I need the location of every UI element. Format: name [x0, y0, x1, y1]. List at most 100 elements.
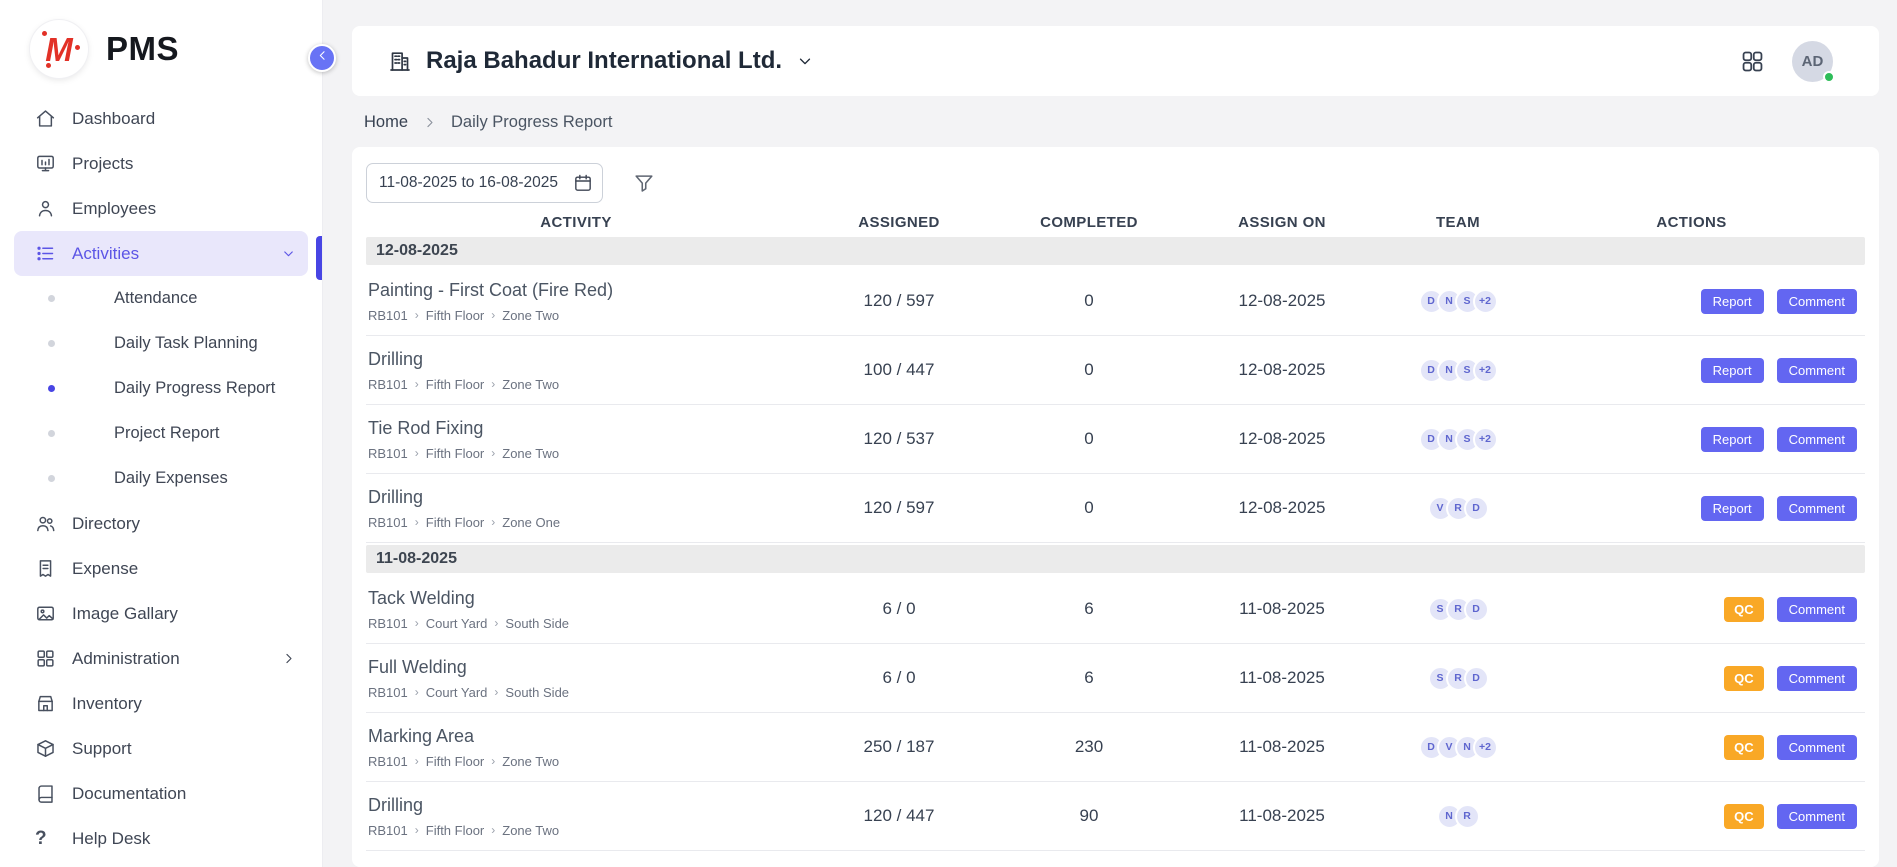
assigned-value: 6 / 0: [786, 599, 1012, 619]
path-segment: RB101: [368, 823, 408, 838]
funnel-icon: [633, 172, 655, 194]
team-overflow-badge[interactable]: +2: [1473, 427, 1498, 452]
filter-button[interactable]: [633, 172, 655, 194]
table-row: Tack Welding RB101›Court Yard›South Side…: [366, 575, 1865, 644]
activity-cell: Drilling RB101›Fifth Floor›Zone Two: [366, 785, 786, 848]
report-button[interactable]: Report: [1701, 289, 1764, 314]
report-button[interactable]: Report: [1701, 427, 1764, 452]
sidebar-item-inventory[interactable]: Inventory: [14, 681, 308, 726]
receipt-icon: [35, 558, 56, 579]
path-separator-icon: ›: [494, 616, 498, 630]
team-avatars: DNS+2: [1398, 289, 1518, 314]
book-icon: [35, 783, 56, 804]
package-icon: [35, 738, 56, 759]
team-avatars: VRD: [1398, 496, 1518, 521]
activity-cell: Drilling RB101›Fifth Floor›Zone Two: [366, 339, 786, 402]
sidebar-item-expense[interactable]: Expense: [14, 546, 308, 591]
sidebar-item-help-desk[interactable]: ? Help Desk: [14, 816, 308, 861]
sidebar-item-image-gallery[interactable]: Image Gallary: [14, 591, 308, 636]
breadcrumb: Home Daily Progress Report: [364, 113, 1879, 132]
column-header-completed: COMPLETED: [1012, 214, 1166, 231]
report-button[interactable]: Report: [1701, 358, 1764, 383]
comment-button[interactable]: Comment: [1777, 427, 1857, 452]
apps-grid-icon: [1740, 49, 1765, 74]
sidebar-item-directory[interactable]: Directory: [14, 501, 308, 546]
sidebar-item-projects[interactable]: Projects: [14, 141, 308, 186]
sidebar-item-support[interactable]: Support: [14, 726, 308, 771]
assign-on-value: 12-08-2025: [1166, 360, 1398, 380]
apps-grid-button[interactable]: [1740, 49, 1765, 74]
comment-button[interactable]: Comment: [1777, 289, 1857, 314]
team-overflow-badge[interactable]: +2: [1473, 289, 1498, 314]
submenu-item-label: Attendance: [114, 289, 197, 308]
qc-button[interactable]: QC: [1724, 735, 1764, 760]
qc-button[interactable]: QC: [1724, 597, 1764, 622]
assign-on-value: 11-08-2025: [1166, 599, 1398, 619]
sidebar-subitem-project-report[interactable]: Project Report: [0, 411, 322, 456]
person-icon: [35, 198, 56, 219]
team-overflow-badge[interactable]: +2: [1473, 358, 1498, 383]
home-icon: [35, 108, 56, 129]
sidebar-item-label: Directory: [72, 514, 140, 534]
sidebar-subitem-daily-task-planning[interactable]: Daily Task Planning: [0, 321, 322, 366]
comment-button[interactable]: Comment: [1777, 597, 1857, 622]
comment-button[interactable]: Comment: [1777, 735, 1857, 760]
team-avatar: D: [1464, 597, 1489, 622]
sidebar-subitem-attendance[interactable]: Attendance: [0, 276, 322, 321]
sidebar-item-activities[interactable]: Activities: [14, 231, 308, 276]
report-button[interactable]: Report: [1701, 496, 1764, 521]
activity-path: RB101›Fifth Floor›Zone Two: [368, 308, 780, 323]
activity-cell: Drilling RB101›Fifth Floor›Zone One: [366, 477, 786, 540]
path-segment: South Side: [505, 685, 569, 700]
path-separator-icon: ›: [491, 446, 495, 460]
comment-button[interactable]: Comment: [1777, 804, 1857, 829]
chevron-right-icon: [281, 651, 296, 666]
people-icon: [35, 513, 56, 534]
assigned-value: 120 / 537: [786, 429, 1012, 449]
grid-icon: [35, 648, 56, 669]
activity-path: RB101›Court Yard›South Side: [368, 685, 780, 700]
breadcrumb-home[interactable]: Home: [364, 113, 408, 132]
main-area: Raja Bahadur International Ltd. AD Home …: [323, 0, 1897, 867]
submenu-item-label: Daily Task Planning: [114, 334, 258, 353]
path-segment: Court Yard: [426, 685, 488, 700]
sidebar-item-label: Inventory: [72, 694, 142, 714]
sidebar-item-label: Image Gallary: [72, 604, 178, 624]
bullet-dot-icon: [48, 385, 55, 392]
activity-title: Tack Welding: [368, 588, 780, 609]
sidebar-subitem-daily-expenses[interactable]: Daily Expenses: [0, 456, 322, 501]
path-separator-icon: ›: [494, 685, 498, 699]
completed-value: 0: [1012, 429, 1166, 449]
team-overflow-badge[interactable]: +2: [1473, 735, 1498, 760]
sidebar-item-label: Projects: [72, 154, 133, 174]
column-header-assign-on: ASSIGN ON: [1166, 214, 1398, 231]
date-range-input[interactable]: [366, 163, 603, 203]
sidebar-item-employees[interactable]: Employees: [14, 186, 308, 231]
path-segment: RB101: [368, 616, 408, 631]
activity-title: Drilling: [368, 349, 780, 370]
date-group-header: 12-08-2025: [366, 237, 1865, 265]
assign-on-value: 11-08-2025: [1166, 668, 1398, 688]
sidebar-item-administration[interactable]: Administration: [14, 636, 308, 681]
user-avatar[interactable]: AD: [1792, 41, 1833, 82]
company-selector[interactable]: Raja Bahadur International Ltd.: [388, 47, 814, 75]
table-body: 12-08-2025 Painting - First Coat (Fire R…: [366, 235, 1865, 851]
store-icon: [35, 693, 56, 714]
path-segment: Fifth Floor: [426, 446, 485, 461]
qc-button[interactable]: QC: [1724, 666, 1764, 691]
activity-title: Tie Rod Fixing: [368, 418, 780, 439]
comment-button[interactable]: Comment: [1777, 358, 1857, 383]
sidebar-item-dashboard[interactable]: Dashboard: [14, 96, 308, 141]
sidebar-item-documentation[interactable]: Documentation: [14, 771, 308, 816]
comment-button[interactable]: Comment: [1777, 666, 1857, 691]
table-row: Painting - First Coat (Fire Red) RB101›F…: [366, 267, 1865, 336]
sidebar-subitem-daily-progress-report[interactable]: Daily Progress Report: [0, 366, 322, 411]
sidebar-collapse-button[interactable]: [308, 44, 336, 72]
projects-board-icon: [35, 153, 56, 174]
comment-button[interactable]: Comment: [1777, 496, 1857, 521]
table-row: Marking Area RB101›Fifth Floor›Zone Two …: [366, 713, 1865, 782]
qc-button[interactable]: QC: [1724, 804, 1764, 829]
assigned-value: 120 / 447: [786, 806, 1012, 826]
team-avatars: DNS+2: [1398, 358, 1518, 383]
path-segment: Fifth Floor: [426, 823, 485, 838]
